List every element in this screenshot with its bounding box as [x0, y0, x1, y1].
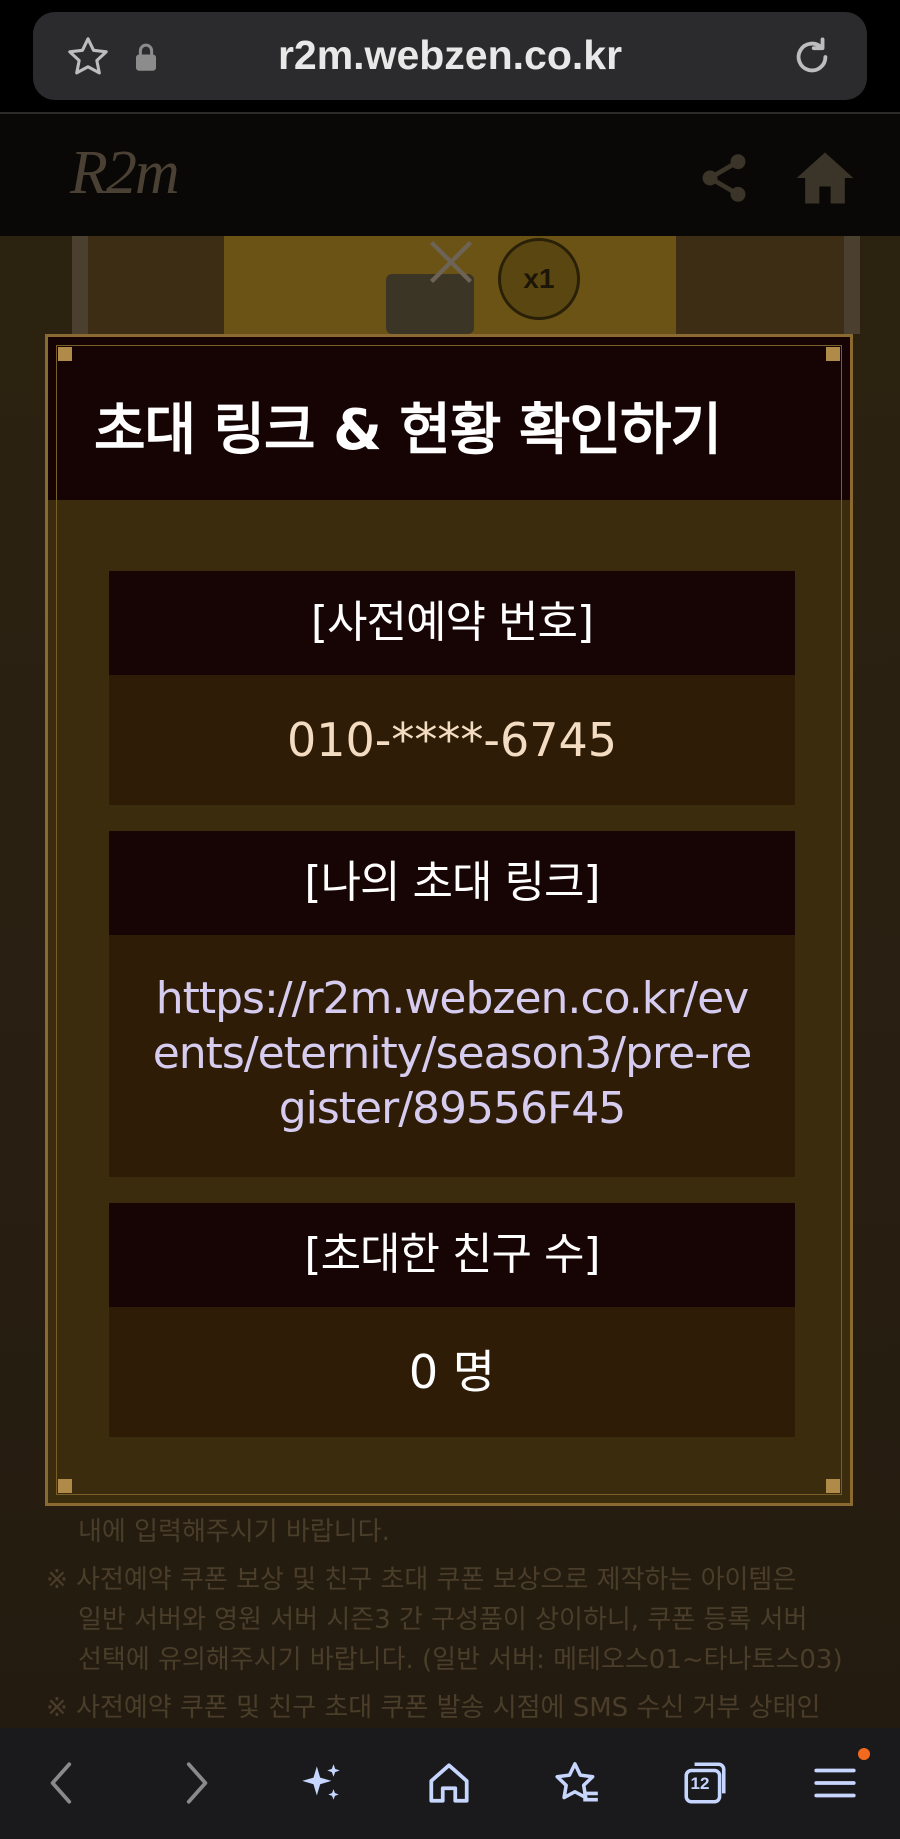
invited-count-value: 0 명: [109, 1307, 795, 1437]
invite-link-line: ents/eternity/season3/pre-re: [152, 1028, 753, 1079]
tab-count: 12: [690, 1774, 710, 1793]
browser-top-bar: r2m.webzen.co.kr: [0, 0, 900, 114]
site-home-icon[interactable]: [790, 144, 860, 212]
corner-ornament: [826, 1479, 840, 1493]
invite-link-line: gister/89556F45: [278, 1083, 627, 1134]
phone-number-value: 010-****-6745: [109, 675, 795, 805]
bookmarks-icon[interactable]: [552, 1758, 602, 1808]
share-icon[interactable]: [696, 150, 752, 206]
note-line: ※ 사전예약 쿠폰 및 친구 초대 쿠폰 발송 시점에 SMS 수신 거부 상태…: [46, 1693, 821, 1723]
menu-icon[interactable]: [810, 1758, 860, 1808]
address-bar[interactable]: r2m.webzen.co.kr: [33, 12, 867, 100]
notification-dot: [858, 1748, 870, 1760]
invite-link-section: [나의 초대 링크] https://r2m.webzen.co.kr/ev e…: [109, 831, 795, 1177]
section-heading: [사전예약 번호]: [109, 571, 795, 675]
invite-link-modal: 초대 링크 & 현황 확인하기 [사전예약 번호] 010-****-6745 …: [45, 334, 853, 1506]
note-line: 선택에 유의해주시기 바랍니다. (일반 서버: 메테오스01~타나토스03): [78, 1645, 843, 1675]
corner-ornament: [58, 1479, 72, 1493]
note-line: 내에 입력해주시기 바랍니다.: [78, 1517, 390, 1547]
ai-sparkle-icon[interactable]: [296, 1758, 346, 1808]
back-icon[interactable]: [38, 1758, 88, 1808]
reload-icon[interactable]: [789, 34, 835, 80]
preregistration-number-section: [사전예약 번호] 010-****-6745: [109, 571, 795, 805]
note-line: 일반 서버와 영원 서버 시즌3 간 구성품이 상이하니, 쿠폰 등록 서버: [78, 1605, 808, 1635]
invited-friends-section: [초대한 친구 수] 0 명: [109, 1203, 795, 1437]
note-line: ※ 사전예약 쿠폰 보상 및 친구 초대 쿠폰 보상으로 제작하는 아이템은: [46, 1565, 797, 1595]
section-heading: [나의 초대 링크]: [109, 831, 795, 935]
tabs-button[interactable]: 12: [680, 1758, 730, 1808]
close-icon[interactable]: [425, 236, 477, 288]
section-heading: [초대한 친구 수]: [109, 1203, 795, 1307]
home-icon[interactable]: [424, 1758, 474, 1808]
forward-icon[interactable]: [170, 1758, 220, 1808]
corner-ornament: [58, 347, 72, 361]
quantity-badge: x1: [498, 238, 580, 320]
invite-link-line: https://r2m.webzen.co.kr/ev: [155, 973, 750, 1024]
invite-link-value[interactable]: https://r2m.webzen.co.kr/ev ents/eternit…: [109, 935, 795, 1177]
r2m-logo[interactable]: R2m: [70, 138, 180, 209]
url-text[interactable]: r2m.webzen.co.kr: [33, 32, 867, 79]
site-header: R2m: [0, 114, 900, 236]
corner-ornament: [826, 347, 840, 361]
browser-bottom-bar: 12: [0, 1728, 900, 1839]
